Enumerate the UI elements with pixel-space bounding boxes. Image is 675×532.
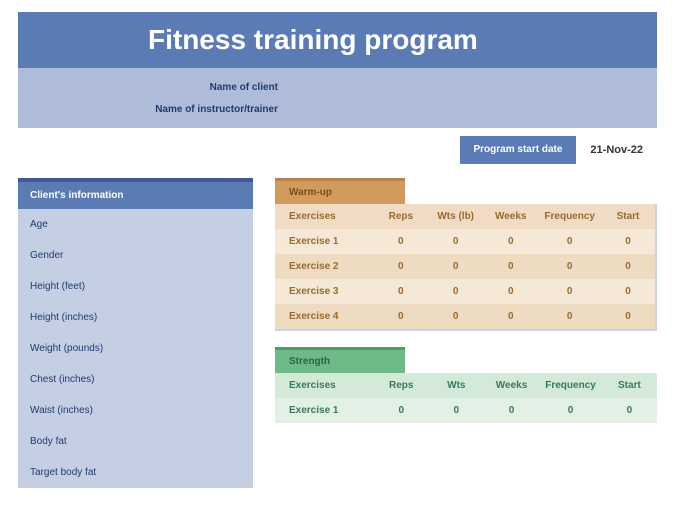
exercise-name: Exercise 1 (275, 398, 374, 423)
warmup-title: Warm-up (275, 181, 405, 204)
cell: 0 (483, 279, 538, 304)
cell: 0 (601, 304, 656, 330)
cell: 0 (428, 254, 483, 279)
cell: 0 (601, 254, 656, 279)
col-header: Exercises (275, 204, 373, 229)
cell: 0 (483, 254, 538, 279)
cell: 0 (373, 279, 428, 304)
warmup-table: Exercises Reps Wts (lb) Weeks Frequency … (275, 204, 657, 331)
client-info-header: Client's information (18, 182, 253, 209)
client-info-body: Age Gender Height (feet) Height (inches)… (18, 209, 253, 488)
client-info-row: Gender (18, 240, 253, 271)
client-info-row: Waist (inches) (18, 395, 253, 426)
col-header: Exercises (275, 373, 374, 398)
cell: 0 (601, 279, 656, 304)
cell: 0 (428, 229, 483, 254)
cell: 0 (373, 254, 428, 279)
strength-title: Strength (275, 350, 405, 373)
cell: 0 (602, 398, 657, 423)
program-start-value: 21-Nov-22 (576, 136, 657, 164)
col-header: Wts (429, 373, 484, 398)
col-header: Start (601, 204, 656, 229)
cell: 0 (539, 398, 602, 423)
program-start-row: Program start date 21-Nov-22 (18, 136, 657, 164)
cell: 0 (483, 229, 538, 254)
cell: 0 (429, 398, 484, 423)
cell: 0 (601, 229, 656, 254)
client-name-section: Name of client Name of instructor/traine… (18, 68, 657, 128)
exercise-name: Exercise 2 (275, 254, 373, 279)
client-info-row: Age (18, 209, 253, 240)
client-info-row: Height (inches) (18, 302, 253, 333)
table-row: Exercise 2 0 0 0 0 0 (275, 254, 656, 279)
exercise-name: Exercise 4 (275, 304, 373, 330)
col-header: Frequency (538, 204, 601, 229)
exercise-name: Exercise 3 (275, 279, 373, 304)
col-header: Start (602, 373, 657, 398)
strength-table: Exercises Reps Wts Weeks Frequency Start… (275, 373, 657, 423)
cell: 0 (428, 304, 483, 330)
cell: 0 (538, 304, 601, 330)
table-row: Exercise 4 0 0 0 0 0 (275, 304, 656, 330)
program-start-label: Program start date (460, 136, 577, 164)
col-header: Weeks (484, 373, 539, 398)
table-row: Exercise 1 0 0 0 0 0 (275, 229, 656, 254)
exercise-name: Exercise 1 (275, 229, 373, 254)
client-info-row: Body fat (18, 426, 253, 457)
trainer-name-label: Name of instructor/trainer (18, 104, 298, 115)
table-row: Exercise 1 0 0 0 0 0 (275, 398, 657, 423)
col-header: Frequency (539, 373, 602, 398)
client-name-label: Name of client (18, 82, 298, 93)
client-info-row: Height (feet) (18, 271, 253, 302)
client-info-row: Target body fat (18, 457, 253, 488)
cell: 0 (373, 304, 428, 330)
cell: 0 (538, 229, 601, 254)
col-header: Wts (lb) (428, 204, 483, 229)
page-title: Fitness training program (18, 12, 657, 68)
col-header: Reps (373, 204, 428, 229)
col-header: Reps (374, 373, 429, 398)
cell: 0 (373, 229, 428, 254)
cell: 0 (538, 279, 601, 304)
col-header: Weeks (483, 204, 538, 229)
table-row: Exercise 3 0 0 0 0 0 (275, 279, 656, 304)
client-info-row: Chest (inches) (18, 364, 253, 395)
cell: 0 (428, 279, 483, 304)
client-info-row: Weight (pounds) (18, 333, 253, 364)
cell: 0 (483, 304, 538, 330)
cell: 0 (374, 398, 429, 423)
cell: 0 (484, 398, 539, 423)
cell: 0 (538, 254, 601, 279)
